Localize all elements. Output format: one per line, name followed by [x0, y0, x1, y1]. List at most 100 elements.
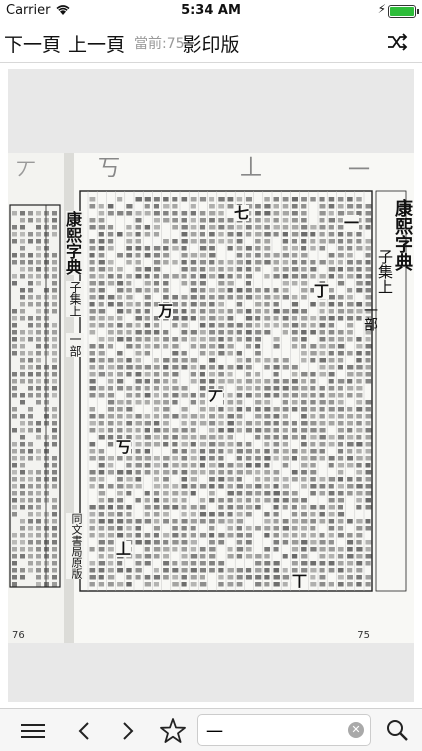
glyph-stroke — [135, 526, 142, 531]
glyph-stroke — [301, 547, 307, 552]
scan-viewer[interactable]: 丂 丄 一 丆 康熙字典 子集上 一部 康熙字典 子集上 一部 同文書局原版 一… — [0, 63, 422, 708]
glyph-stroke — [12, 442, 17, 447]
publisher-mark: 同文書局原版 — [66, 513, 84, 579]
glyph-stroke — [273, 470, 280, 475]
glyph-stroke — [172, 386, 179, 391]
glyph-stroke — [209, 449, 215, 454]
glyph-stroke — [172, 533, 179, 538]
glyph-stroke — [319, 554, 326, 559]
glyph-stroke — [347, 253, 353, 258]
glyph-stroke — [264, 218, 270, 223]
glyph-stroke — [181, 540, 188, 545]
search-icon[interactable] — [382, 715, 412, 745]
glyph-stroke — [89, 561, 96, 566]
glyph-stroke — [20, 575, 25, 580]
glyph-stroke — [36, 449, 41, 454]
glyph-stroke — [98, 512, 105, 517]
glyph-stroke — [282, 323, 289, 328]
glyph-stroke — [98, 540, 105, 545]
glyph-stroke — [135, 435, 142, 440]
glyph-stroke — [12, 470, 17, 475]
glyph-stroke — [117, 267, 123, 272]
glyph-stroke — [236, 288, 243, 293]
glyph-stroke — [89, 253, 95, 258]
glyph-stroke — [310, 274, 316, 279]
dictionary-scan[interactable]: 丂 丄 一 丆 康熙字典 子集上 一部 康熙字典 子集上 一部 同文書局原版 一… — [8, 153, 414, 643]
glyph-stroke — [356, 582, 362, 587]
bottom-toolbar: ✕ — [0, 708, 422, 751]
next-page-button[interactable]: 下一頁 — [4, 30, 61, 57]
glyph-stroke — [356, 344, 363, 349]
glyph-stroke — [273, 365, 280, 370]
glyph-stroke — [255, 330, 262, 335]
glyph-stroke — [52, 253, 57, 258]
glyph-stroke — [264, 232, 271, 237]
glyph-stroke — [153, 547, 161, 552]
glyph-stroke — [328, 519, 335, 524]
glyph-stroke — [36, 470, 41, 475]
glyph-stroke — [227, 281, 234, 286]
glyph-stroke — [117, 379, 124, 384]
back-icon[interactable] — [70, 715, 100, 745]
glyph-stroke — [365, 407, 371, 412]
glyph-stroke — [107, 204, 114, 209]
glyph-stroke — [12, 505, 17, 510]
forward-icon[interactable] — [112, 715, 142, 745]
glyph-stroke — [218, 288, 225, 293]
search-input[interactable] — [204, 718, 348, 742]
glyph-stroke — [181, 323, 188, 328]
glyph-stroke — [89, 568, 96, 573]
glyph-stroke — [282, 330, 288, 335]
glyph-stroke — [328, 568, 335, 573]
glyph-stroke — [264, 246, 271, 251]
search-box[interactable]: ✕ — [197, 714, 371, 746]
glyph-stroke — [310, 575, 316, 580]
glyph-stroke — [20, 288, 25, 293]
glyph-stroke — [153, 477, 159, 482]
glyph-stroke — [172, 365, 179, 370]
glyph-stroke — [236, 526, 242, 531]
glyph-stroke — [98, 344, 104, 349]
glyph-stroke — [28, 372, 33, 377]
glyph-stroke — [218, 449, 224, 454]
glyph-stroke — [328, 533, 334, 538]
glyph-stroke — [181, 393, 188, 398]
glyph-stroke — [255, 358, 261, 363]
glyph-stroke — [347, 323, 354, 328]
glyph-stroke — [135, 225, 142, 230]
glyph-stroke — [291, 491, 298, 496]
glyph-stroke — [264, 491, 271, 496]
glyph-stroke — [291, 407, 298, 412]
glyph-stroke — [337, 358, 344, 363]
clear-icon[interactable]: ✕ — [348, 722, 364, 738]
glyph-stroke — [98, 554, 104, 559]
glyph-stroke — [135, 253, 141, 258]
shuffle-icon[interactable] — [386, 31, 408, 53]
glyph-stroke — [218, 197, 225, 202]
glyph-stroke — [144, 512, 150, 517]
glyph-stroke — [181, 253, 188, 258]
glyph-stroke — [218, 519, 225, 524]
glyph-stroke — [163, 365, 169, 370]
glyph-stroke — [172, 414, 179, 419]
menu-icon[interactable] — [18, 715, 48, 745]
glyph-stroke — [190, 267, 197, 272]
glyph-stroke — [365, 526, 372, 531]
svg-text:丂: 丂 — [98, 156, 120, 181]
glyph-stroke — [236, 582, 243, 587]
previous-page-button[interactable]: 上一頁 — [68, 30, 125, 57]
glyph-stroke — [20, 225, 25, 230]
glyph-stroke — [144, 533, 151, 538]
glyph-stroke — [153, 498, 160, 503]
glyph-stroke — [282, 526, 289, 531]
glyph-stroke — [126, 274, 132, 279]
glyph-stroke — [282, 428, 288, 433]
glyph-stroke — [117, 407, 123, 412]
glyph-stroke — [310, 428, 317, 433]
star-icon[interactable] — [158, 715, 188, 745]
glyph-stroke — [181, 512, 187, 517]
glyph-stroke — [126, 330, 132, 335]
glyph-stroke — [28, 211, 33, 216]
glyph-stroke — [190, 400, 197, 405]
glyph-stroke — [117, 533, 124, 538]
